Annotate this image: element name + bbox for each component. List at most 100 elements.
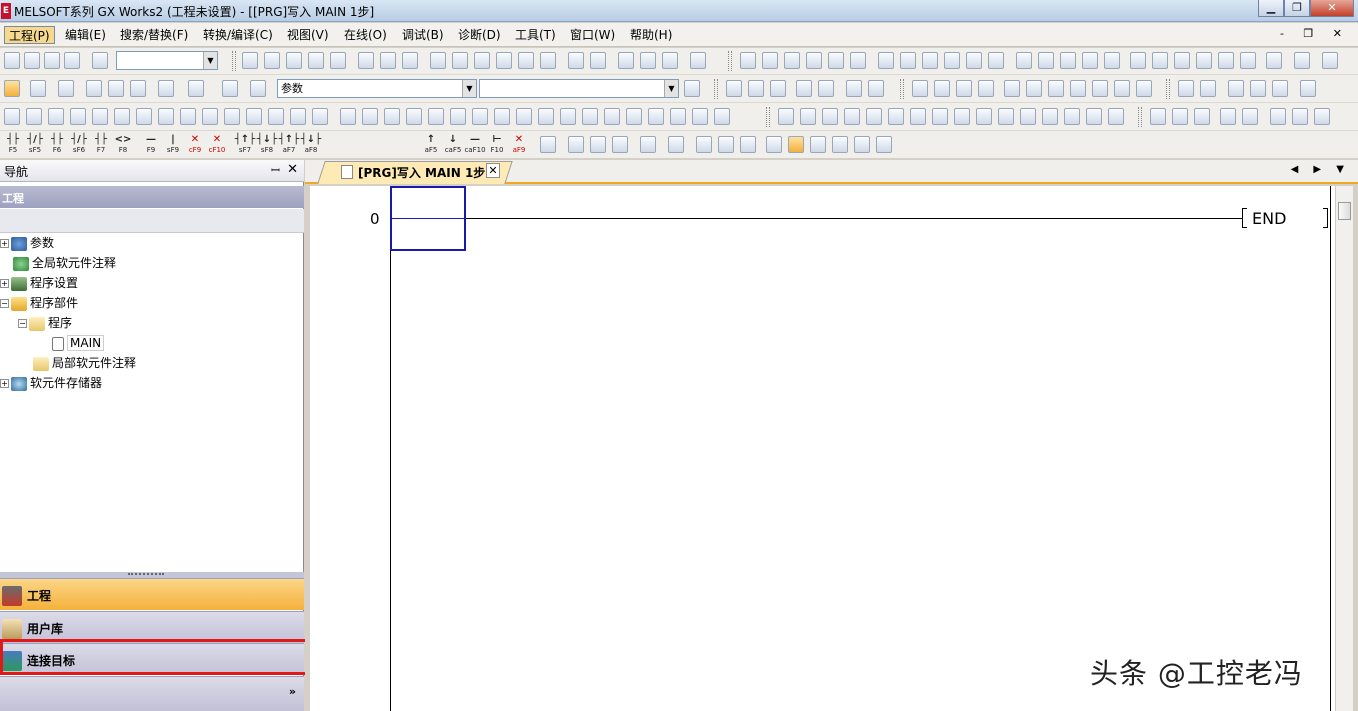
ladder-sf6-icon[interactable] xyxy=(784,52,800,69)
menu-view[interactable]: 视图(V) xyxy=(283,26,333,44)
ladder-sf7-icon[interactable] xyxy=(1152,52,1168,69)
bookmark-icon[interactable] xyxy=(956,80,972,97)
arrow-icon[interactable] xyxy=(538,108,554,125)
ladder-col-icon[interactable] xyxy=(796,80,812,97)
scrollbar-thumb[interactable] xyxy=(1338,202,1351,220)
ladder-c3-icon[interactable] xyxy=(1060,52,1076,69)
tree-node-local-comment[interactable]: 局部软元件注释 xyxy=(33,354,136,373)
project-tree-icon[interactable] xyxy=(4,80,20,97)
ladder-note-icon[interactable] xyxy=(868,80,884,97)
statement-icon[interactable] xyxy=(640,52,656,69)
device-list-icon[interactable] xyxy=(108,80,124,97)
erase-icon[interactable] xyxy=(1092,80,1108,97)
add-icon[interactable] xyxy=(692,108,708,125)
chevron-right-icon[interactable]: » xyxy=(289,685,296,698)
refresh-icon[interactable] xyxy=(86,212,102,229)
comment-icon[interactable] xyxy=(618,52,634,69)
lock-icon[interactable] xyxy=(1004,80,1020,97)
toolbar-grip[interactable] xyxy=(1138,107,1142,127)
monitor-write-mode-icon[interactable] xyxy=(640,136,656,153)
ladder-c1-icon[interactable] xyxy=(1016,52,1032,69)
ladder-key-delete-hline[interactable]: ✕ cF9 xyxy=(184,135,206,156)
watch-icon[interactable] xyxy=(998,108,1014,125)
ladder-key-parallel-b[interactable]: ┤/├ sF6 xyxy=(68,135,90,156)
display-icon[interactable] xyxy=(690,52,706,69)
convert-icon[interactable] xyxy=(766,136,782,153)
toolbar-grip[interactable] xyxy=(766,107,770,127)
save-icon[interactable] xyxy=(44,52,60,69)
ladder-cf9-icon[interactable] xyxy=(1240,52,1256,69)
parallel-icon[interactable] xyxy=(202,108,218,125)
parallel-close-icon[interactable] xyxy=(224,108,240,125)
table-icon[interactable] xyxy=(540,136,556,153)
find-icon[interactable] xyxy=(188,80,204,97)
ladder-row-icon[interactable] xyxy=(770,80,786,97)
write-mode-icon[interactable] xyxy=(1272,80,1288,97)
note-icon[interactable] xyxy=(662,52,678,69)
pin-icon[interactable]: ꟷ xyxy=(271,163,280,178)
ladder-key-hline[interactable]: — F9 xyxy=(140,135,162,156)
chevron-down-icon[interactable]: ▼ xyxy=(664,80,678,97)
tree-node-main[interactable]: MAIN xyxy=(52,334,105,353)
read-from-plc-icon[interactable] xyxy=(452,52,468,69)
ladder-af5-icon[interactable] xyxy=(1130,52,1146,69)
toolbar-grip[interactable] xyxy=(728,51,732,71)
convert-active-icon[interactable] xyxy=(788,136,804,153)
verify-icon[interactable] xyxy=(474,52,490,69)
branch-close-icon[interactable] xyxy=(180,108,196,125)
grid-icon[interactable] xyxy=(540,52,556,69)
ladder-key-parallel-falling[interactable]: ┤↓├ aF8 xyxy=(300,135,322,156)
bit-32-icon[interactable] xyxy=(954,108,970,125)
toolbar-grip[interactable] xyxy=(232,51,236,71)
return-icon[interactable] xyxy=(670,108,686,125)
abc-icon[interactable] xyxy=(888,108,904,125)
copy-icon[interactable] xyxy=(264,52,280,69)
dev3-icon[interactable] xyxy=(1086,108,1102,125)
eye-icon[interactable] xyxy=(158,80,174,97)
panel-button-project[interactable]: 工程 xyxy=(0,578,304,610)
ladder-key-contact-b[interactable]: ┤/├ sF5 xyxy=(24,135,46,156)
var-out-icon[interactable] xyxy=(428,108,444,125)
ladder-down-icon[interactable] xyxy=(1294,52,1310,69)
menu-tools[interactable]: 工具(T) xyxy=(511,26,560,44)
tree-node-device-memory[interactable]: + 软元件存储器 xyxy=(0,374,102,393)
wire-icon[interactable] xyxy=(1070,80,1086,97)
swap-icon[interactable] xyxy=(560,108,576,125)
ladder-af10-icon[interactable] xyxy=(1218,52,1234,69)
jump-step-icon[interactable] xyxy=(114,108,130,125)
tree-node-program-parts[interactable]: − 程序部件 xyxy=(0,294,78,313)
device-batch-icon[interactable] xyxy=(568,52,584,69)
ladder-key-op-falling[interactable]: ↓ caF5 xyxy=(442,135,464,156)
radix-2-icon[interactable] xyxy=(778,108,794,125)
menu-window[interactable]: 窗口(W) xyxy=(566,26,619,44)
help-icon[interactable] xyxy=(92,52,108,69)
pen-icon[interactable] xyxy=(26,108,42,125)
zoom-device-icon[interactable] xyxy=(810,136,826,153)
radix-10-icon[interactable] xyxy=(822,108,838,125)
edit-icon[interactable] xyxy=(854,136,870,153)
tree-node-program-settings[interactable]: + 程序设置 xyxy=(0,274,78,293)
close-icon[interactable]: ✕ xyxy=(287,162,298,177)
ladder-canvas[interactable]: 0 END xyxy=(310,186,1335,711)
device-batch-icon[interactable] xyxy=(86,80,102,97)
ladder-af9-icon[interactable] xyxy=(1196,52,1212,69)
ladder-f6-icon[interactable] xyxy=(762,52,778,69)
contact-a-icon[interactable] xyxy=(246,108,262,125)
ladder-key-delete-vline[interactable]: ✕ cF10 xyxy=(206,135,228,156)
undo-icon[interactable] xyxy=(308,52,324,69)
write-mode-icon[interactable] xyxy=(590,136,606,153)
step-icon[interactable] xyxy=(70,108,86,125)
align-icon[interactable] xyxy=(1178,80,1194,97)
ladder-key-falling-pulse[interactable]: ┤↓├ sF8 xyxy=(256,135,278,156)
format2-icon[interactable] xyxy=(1172,108,1188,125)
format3-icon[interactable] xyxy=(1194,108,1210,125)
draw-icon[interactable] xyxy=(48,108,64,125)
var-icon[interactable] xyxy=(406,108,422,125)
device-icon[interactable] xyxy=(358,52,374,69)
format6-icon[interactable] xyxy=(1270,108,1286,125)
ladder-f7c-icon[interactable] xyxy=(922,52,938,69)
copy-icon[interactable] xyxy=(22,212,38,229)
contact-pulse-icon[interactable] xyxy=(494,108,510,125)
ladder-block-icon[interactable] xyxy=(818,80,834,97)
monitor-mode-icon[interactable] xyxy=(612,136,628,153)
